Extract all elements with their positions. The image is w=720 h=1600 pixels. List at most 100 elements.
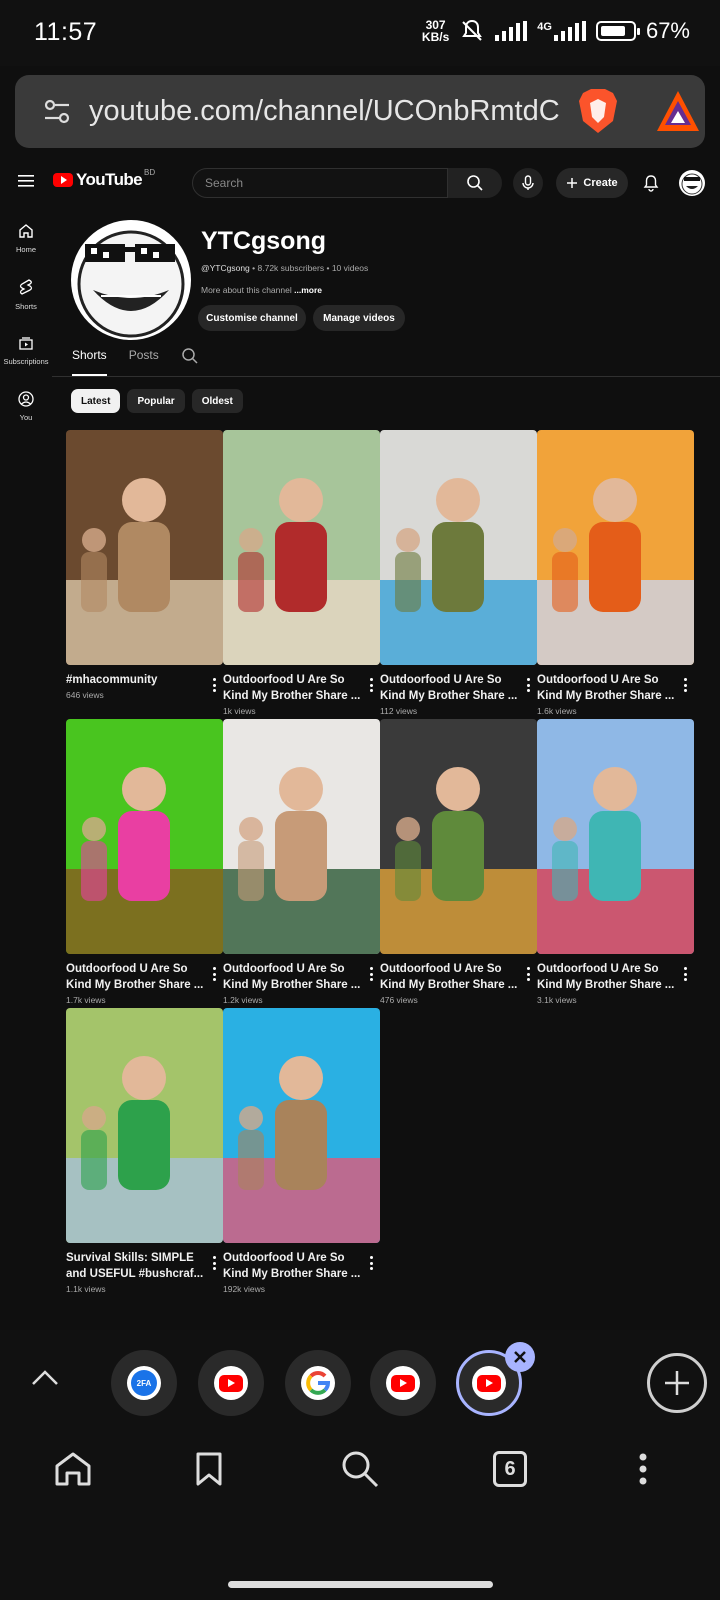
- short-title[interactable]: Outdoorfood U Are So Kind My Brother Sha…: [66, 961, 206, 993]
- short-thumbnail[interactable]: [223, 430, 380, 665]
- short-thumbnail[interactable]: [537, 719, 694, 954]
- tab-shorts[interactable]: Shorts: [72, 348, 107, 376]
- browser-tab-youtube[interactable]: [370, 1350, 436, 1416]
- short-thumbnail[interactable]: [223, 719, 380, 954]
- short-card[interactable]: Outdoorfood U Are So Kind My Brother Sha…: [66, 719, 223, 1009]
- browser-menu-button[interactable]: [618, 1444, 668, 1494]
- channel-about[interactable]: More about this channel ...more: [201, 285, 322, 295]
- browser-home-button[interactable]: [48, 1444, 98, 1494]
- short-card[interactable]: #mhacommunity 646 views: [66, 430, 223, 720]
- chip-popular[interactable]: Popular: [127, 389, 185, 413]
- short-thumbnail[interactable]: [66, 1008, 223, 1243]
- nav-you[interactable]: You: [0, 378, 52, 434]
- tab-switcher-button[interactable]: 6: [485, 1444, 535, 1494]
- short-thumbnail[interactable]: [537, 430, 694, 665]
- short-views: 1.6k views: [537, 706, 577, 716]
- customise-channel-button[interactable]: Customise channel: [198, 305, 306, 331]
- shorts-icon: [19, 278, 33, 295]
- short-title[interactable]: #mhacommunity: [66, 672, 206, 688]
- manage-videos-button[interactable]: Manage videos: [313, 305, 405, 331]
- search-button[interactable]: [448, 168, 502, 198]
- browser-tab-2fa[interactable]: 2FA: [111, 1350, 177, 1416]
- short-views: 3.1k views: [537, 995, 577, 1005]
- more-vert-icon[interactable]: [366, 678, 376, 692]
- site-settings-icon[interactable]: [27, 82, 87, 142]
- nav-shorts[interactable]: Shorts: [0, 266, 52, 322]
- channel-search-icon[interactable]: [181, 347, 199, 365]
- browser-tab-strip: 2FA: [0, 1330, 720, 1430]
- short-title[interactable]: Outdoorfood U Are So Kind My Brother Sha…: [537, 672, 677, 704]
- more-vert-icon[interactable]: [366, 967, 376, 981]
- short-views: 1k views: [223, 706, 256, 716]
- short-thumbnail[interactable]: [66, 430, 223, 665]
- gesture-home-bar[interactable]: [228, 1581, 493, 1588]
- short-title[interactable]: Outdoorfood U Are So Kind My Brother Sha…: [223, 672, 363, 704]
- browser-search-button[interactable]: [335, 1444, 385, 1494]
- more-vert-icon: [639, 1453, 647, 1485]
- youtube-logo[interactable]: YouTube BD: [53, 168, 155, 190]
- short-card[interactable]: Outdoorfood U Are So Kind My Brother Sha…: [223, 719, 380, 1009]
- bookmarks-button[interactable]: [184, 1444, 234, 1494]
- bell-muted-icon: [462, 19, 483, 41]
- brave-rewards-icon[interactable]: [655, 89, 701, 133]
- google-icon: [301, 1366, 335, 1400]
- search-icon: [467, 175, 483, 191]
- nav-home[interactable]: Home: [0, 210, 52, 266]
- sort-chips: Latest Popular Oldest: [71, 389, 243, 413]
- channel-avatar[interactable]: [71, 220, 191, 340]
- more-vert-icon[interactable]: [523, 678, 533, 692]
- menu-icon[interactable]: [16, 170, 38, 192]
- more-vert-icon[interactable]: [366, 1256, 376, 1270]
- chevron-up-icon[interactable]: [30, 1367, 60, 1387]
- short-title[interactable]: Survival Skills: SIMPLE and USEFUL #bush…: [66, 1250, 206, 1282]
- more-vert-icon[interactable]: [209, 967, 219, 981]
- brave-shields-icon[interactable]: [575, 87, 621, 135]
- short-title[interactable]: Outdoorfood U Are So Kind My Brother Sha…: [537, 961, 677, 993]
- more-link[interactable]: ...more: [294, 285, 322, 295]
- short-title[interactable]: Outdoorfood U Are So Kind My Brother Sha…: [380, 961, 520, 993]
- close-tab-button[interactable]: [505, 1342, 535, 1372]
- short-card[interactable]: Outdoorfood U Are So Kind My Brother Sha…: [380, 719, 537, 1009]
- tab-posts[interactable]: Posts: [129, 348, 159, 376]
- short-card[interactable]: Survival Skills: SIMPLE and USEFUL #bush…: [66, 1008, 223, 1298]
- short-thumbnail[interactable]: [66, 719, 223, 954]
- notifications-button[interactable]: [638, 170, 664, 196]
- short-views: 476 views: [380, 995, 418, 1005]
- url-text[interactable]: youtube.com/channel/UCOnbRmtdC: [89, 95, 559, 128]
- short-card[interactable]: Outdoorfood U Are So Kind My Brother Sha…: [380, 430, 537, 720]
- short-views: 192k views: [223, 1284, 266, 1294]
- nav-subscriptions[interactable]: Subscriptions: [0, 322, 52, 378]
- browser-tab-google[interactable]: [285, 1350, 351, 1416]
- short-thumbnail[interactable]: [380, 430, 537, 665]
- create-button[interactable]: Create: [556, 168, 628, 198]
- short-card[interactable]: Outdoorfood U Are So Kind My Brother Sha…: [537, 719, 694, 1009]
- account-avatar[interactable]: [679, 170, 705, 196]
- voice-search-button[interactable]: [513, 168, 543, 198]
- battery-icon: [595, 21, 640, 41]
- short-card[interactable]: Outdoorfood U Are So Kind My Brother Sha…: [223, 1008, 380, 1298]
- more-vert-icon[interactable]: [209, 678, 219, 692]
- youtube-icon: [386, 1366, 420, 1400]
- signal-icon: [495, 21, 528, 41]
- channel-tabs: Shorts Posts: [72, 348, 199, 376]
- battery-percent: 67%: [645, 18, 690, 43]
- short-title[interactable]: Outdoorfood U Are So Kind My Brother Sha…: [223, 961, 363, 993]
- more-vert-icon[interactable]: [209, 1256, 219, 1270]
- short-thumbnail[interactable]: [380, 719, 537, 954]
- more-vert-icon[interactable]: [523, 967, 533, 981]
- side-nav: Home Shorts Subscriptions You: [0, 210, 52, 434]
- new-tab-button[interactable]: [647, 1353, 707, 1413]
- short-card[interactable]: Outdoorfood U Are So Kind My Brother Sha…: [223, 430, 380, 720]
- short-card[interactable]: Outdoorfood U Are So Kind My Brother Sha…: [537, 430, 694, 720]
- short-thumbnail[interactable]: [223, 1008, 380, 1243]
- browser-tab-youtube[interactable]: [198, 1350, 264, 1416]
- more-vert-icon[interactable]: [680, 678, 690, 692]
- address-bar[interactable]: youtube.com/channel/UCOnbRmtdC: [15, 75, 705, 148]
- chip-latest[interactable]: Latest: [71, 389, 121, 413]
- chip-oldest[interactable]: Oldest: [191, 389, 243, 413]
- short-title[interactable]: Outdoorfood U Are So Kind My Brother Sha…: [380, 672, 520, 704]
- more-vert-icon[interactable]: [680, 967, 690, 981]
- search-input[interactable]: Search: [192, 168, 448, 198]
- status-bar: 11:57 307 KB/s 4G 67%: [0, 0, 720, 66]
- short-title[interactable]: Outdoorfood U Are So Kind My Brother Sha…: [223, 1250, 363, 1282]
